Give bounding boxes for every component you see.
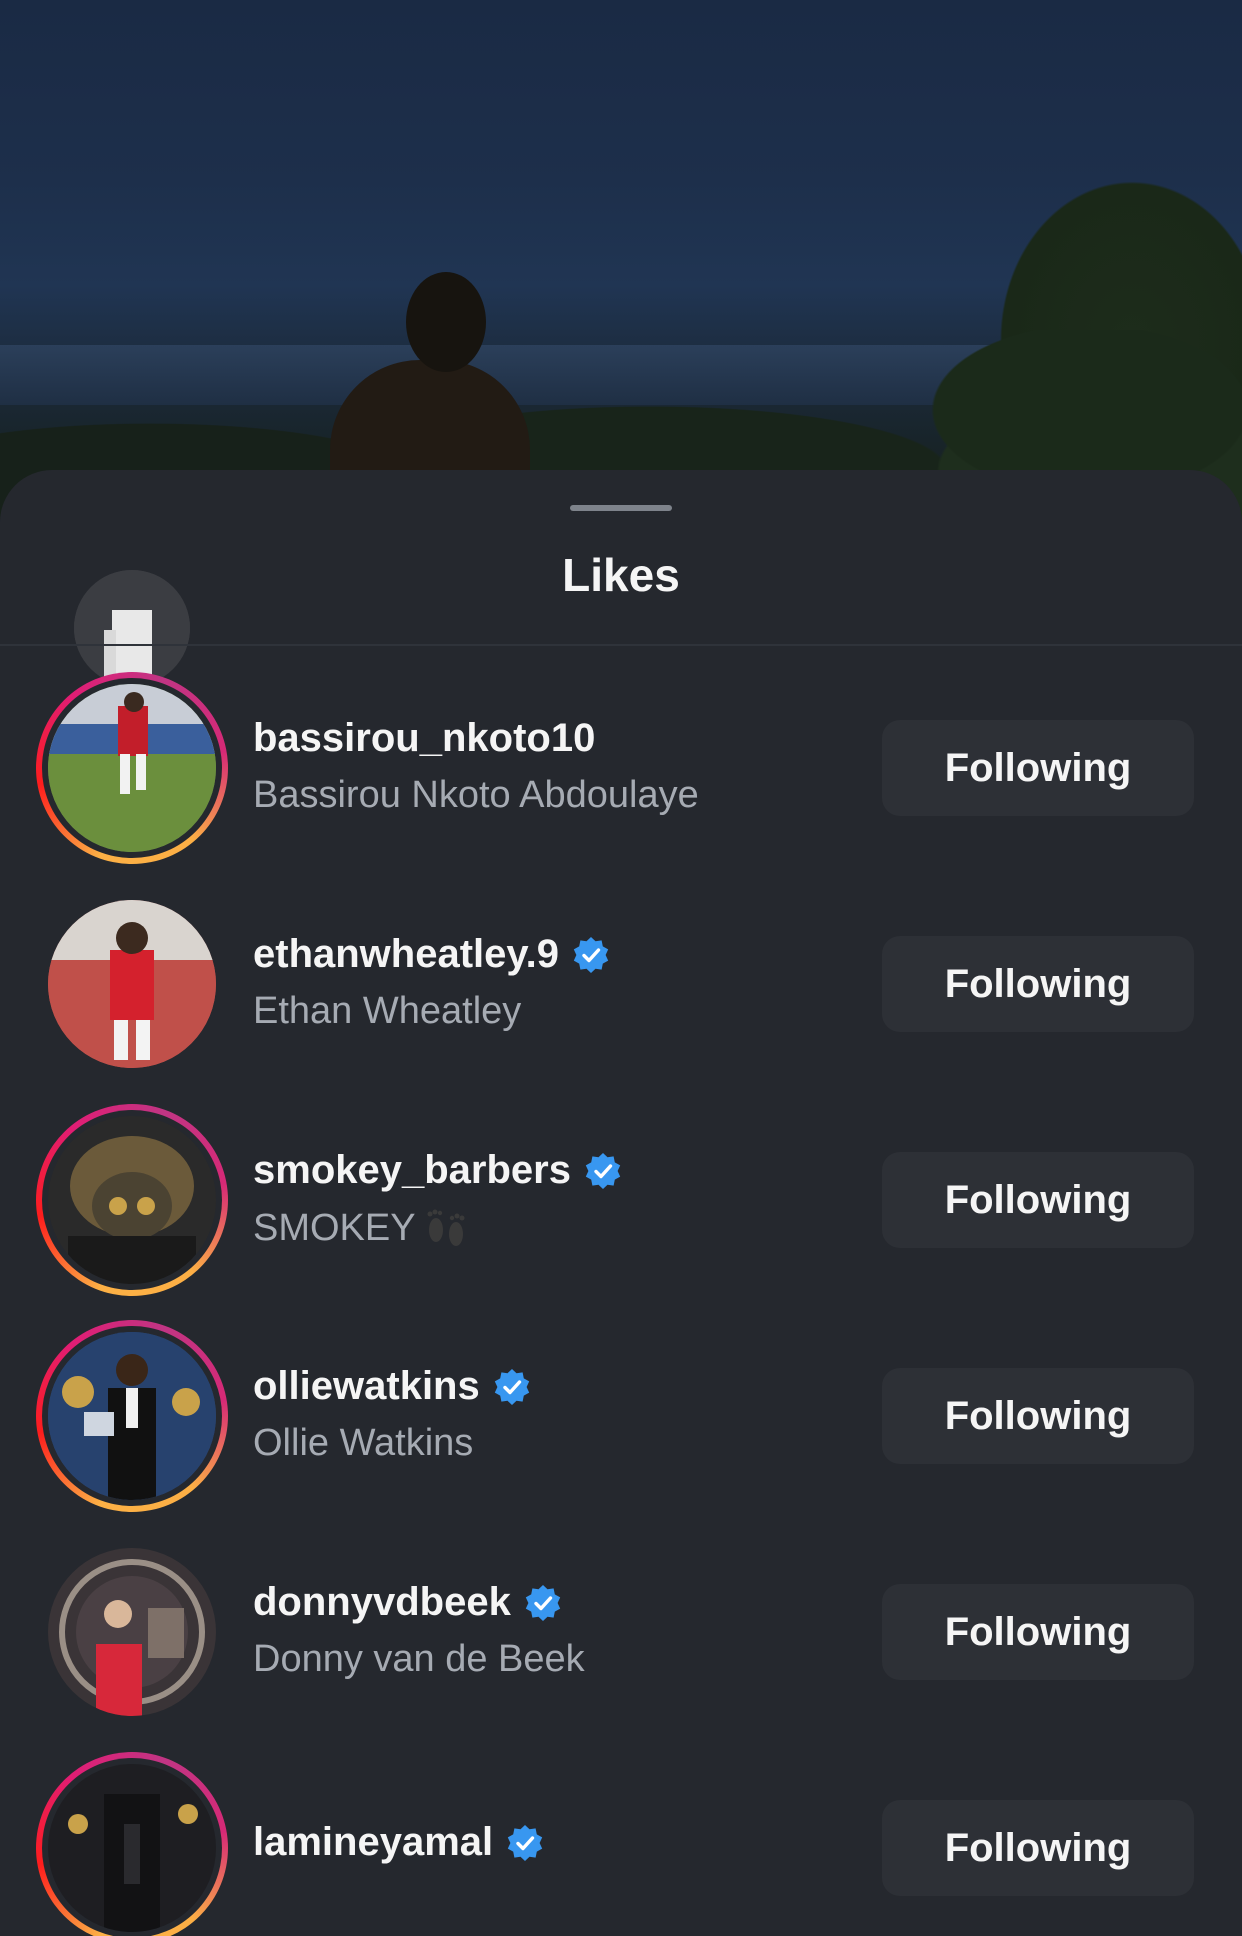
verified-badge-icon	[571, 935, 611, 975]
full-name: Ollie Watkins	[253, 1422, 474, 1464]
username[interactable]: lamineyamal	[253, 1820, 545, 1865]
list-item[interactable]: ethanwheatley.9 Ethan Wheatley Following	[0, 880, 1242, 1096]
following-button[interactable]: Following	[882, 1800, 1194, 1896]
background-post-photo	[0, 0, 1242, 520]
likes-sheet: Likes bassirou_nkoto10 Bassirou Nkoto Ab…	[0, 470, 1242, 1936]
avatar-wrap[interactable]	[36, 1536, 228, 1728]
list-item[interactable]: olliewatkins Ollie Watkins Following	[0, 1312, 1242, 1528]
likes-list[interactable]: bassirou_nkoto10 Bassirou Nkoto Abdoulay…	[0, 646, 1242, 1936]
username-text[interactable]: donnyvdbeek	[253, 1580, 511, 1625]
username[interactable]: smokey_barbers	[253, 1148, 623, 1193]
username[interactable]: ethanwheatley.9	[253, 932, 611, 977]
username-text[interactable]: lamineyamal	[253, 1820, 493, 1865]
username[interactable]: olliewatkins	[253, 1364, 532, 1409]
avatar	[48, 1764, 216, 1932]
username-text[interactable]: smokey_barbers	[253, 1148, 571, 1193]
sheet-grab-handle[interactable]	[570, 505, 672, 511]
username-text[interactable]: bassirou_nkoto10	[253, 716, 595, 761]
verified-badge-icon	[505, 1823, 545, 1863]
following-button[interactable]: Following	[882, 720, 1194, 816]
avatar-story-ring[interactable]	[36, 672, 228, 864]
username[interactable]: bassirou_nkoto10	[253, 716, 595, 761]
avatar	[48, 900, 216, 1068]
username-text[interactable]: olliewatkins	[253, 1364, 480, 1409]
full-name: Donny van de Beek	[253, 1638, 585, 1680]
list-item[interactable]: smokey_barbers SMOKEY Following	[0, 1096, 1242, 1312]
list-item[interactable]: donnyvdbeek Donny van de Beek Following	[0, 1528, 1242, 1744]
full-name: Bassirou Nkoto Abdoulaye	[253, 774, 699, 816]
verified-badge-icon	[523, 1583, 563, 1623]
following-button[interactable]: Following	[882, 1584, 1194, 1680]
avatar-wrap[interactable]	[36, 888, 228, 1080]
photo-person-head	[406, 272, 486, 372]
footprints-emoji-icon	[418, 1206, 474, 1250]
following-button[interactable]: Following	[882, 1368, 1194, 1464]
list-item[interactable]: lamineyamal Following	[0, 1744, 1242, 1936]
following-button[interactable]: Following	[882, 936, 1194, 1032]
list-item[interactable]: bassirou_nkoto10 Bassirou Nkoto Abdoulay…	[0, 664, 1242, 880]
avatar	[48, 1548, 216, 1716]
verified-badge-icon	[492, 1367, 532, 1407]
avatar	[48, 1116, 216, 1284]
sheet-title: Likes	[562, 549, 680, 601]
username[interactable]: donnyvdbeek	[253, 1580, 563, 1625]
avatar-story-ring[interactable]	[36, 1104, 228, 1296]
avatar-story-ring[interactable]	[36, 1320, 228, 1512]
avatar-story-ring[interactable]	[36, 1752, 228, 1936]
verified-badge-icon	[583, 1151, 623, 1191]
username-text[interactable]: ethanwheatley.9	[253, 932, 559, 977]
following-button[interactable]: Following	[882, 1152, 1194, 1248]
avatar	[48, 684, 216, 852]
avatar	[48, 1332, 216, 1500]
full-name: Ethan Wheatley	[253, 990, 522, 1032]
full-name: SMOKEY	[253, 1206, 474, 1250]
